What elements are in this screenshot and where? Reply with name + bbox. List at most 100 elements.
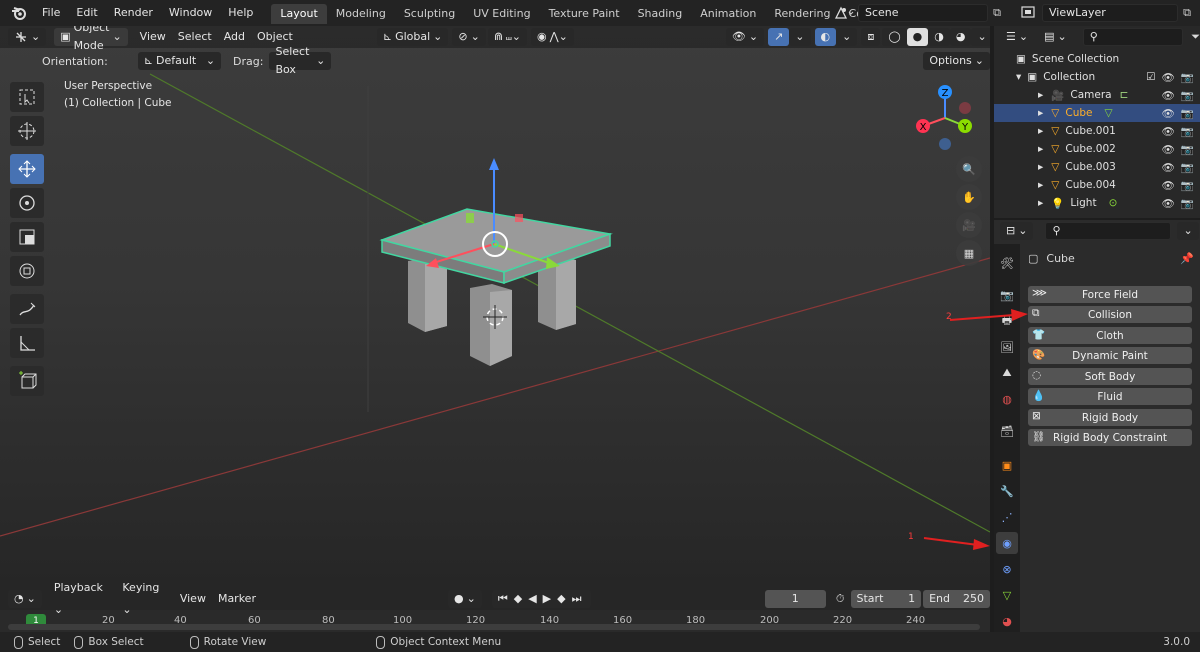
options-dropdown[interactable]: Options ⌄ xyxy=(923,52,990,70)
drag-dropdown[interactable]: Select Box ⌄ xyxy=(269,45,332,76)
add-menu[interactable]: Add xyxy=(218,26,251,48)
tab-texture-paint[interactable]: Texture Paint xyxy=(540,4,629,24)
tab-modeling[interactable]: Modeling xyxy=(327,4,395,24)
transform-tool[interactable] xyxy=(10,256,44,286)
camera-render-icon[interactable]: 📷 xyxy=(1181,179,1194,192)
marker-menu[interactable]: Marker xyxy=(212,588,262,610)
scene-name-field[interactable]: Scene xyxy=(858,3,988,22)
tab-modifiers[interactable]: 🔧 xyxy=(996,480,1018,502)
eye-icon[interactable]: 👁 xyxy=(1162,71,1175,84)
eye-icon[interactable]: 👁 xyxy=(1162,179,1175,192)
camera-view-button[interactable]: 🎥 xyxy=(956,212,982,238)
jump-end-icon[interactable]: ⏭ xyxy=(572,590,585,608)
outliner-item-cube[interactable]: ▸ ▽ Cube ▽ 👁 📷 xyxy=(994,104,1200,122)
properties-options-dropdown[interactable]: ⌄ xyxy=(1177,222,1199,240)
view-layer-selector[interactable]: ViewLayer ⧉ xyxy=(1016,3,1196,22)
dynamic-paint-button[interactable]: 🎨 Dynamic Paint xyxy=(1028,347,1192,364)
mode-dropdown[interactable]: ▣ Object Mode ⌄ xyxy=(54,26,128,52)
proportional-editing-button[interactable]: ◉ ⋀⌄ xyxy=(531,28,574,46)
rigid-body-button[interactable]: ⊠ Rigid Body xyxy=(1028,409,1192,426)
display-mode-button[interactable]: ▤ ⌄ xyxy=(1038,28,1073,46)
snap-button[interactable]: ⋒ ⧢⌄ xyxy=(487,28,528,46)
tab-physics[interactable]: ◉ xyxy=(996,532,1018,554)
stopwatch-icon[interactable]: ⏱ xyxy=(836,592,845,606)
add-cube-tool[interactable] xyxy=(10,366,44,396)
chevron-right-icon[interactable]: ▸ xyxy=(1038,197,1043,209)
rigid-body-constraint-button[interactable]: ⛓ Rigid Body Constraint xyxy=(1028,429,1192,446)
annotate-tool[interactable] xyxy=(10,294,44,324)
chevron-right-icon[interactable]: ▸ xyxy=(1038,89,1043,101)
menu-file[interactable]: File xyxy=(34,0,68,26)
checkbox-icon[interactable]: ☑ xyxy=(1146,71,1155,84)
jump-start-icon[interactable]: ⏮ xyxy=(498,590,511,608)
tab-world[interactable]: ◍ xyxy=(996,388,1018,410)
view-layer-name-field[interactable]: ViewLayer xyxy=(1042,3,1178,22)
collision-button[interactable]: ⧉ Collision xyxy=(1028,306,1192,323)
playback-controls[interactable]: ⏮ ◆ ◀ ▶ ◆ ⏭ xyxy=(491,590,591,608)
autokey-button[interactable]: ● ⌄ xyxy=(447,590,482,608)
menu-edit[interactable]: Edit xyxy=(68,0,105,26)
outliner-item-cube-003[interactable]: ▸ ▽ Cube.003 👁 📷 xyxy=(994,158,1200,176)
blender-logo-icon[interactable] xyxy=(8,3,30,23)
rotate-tool[interactable] xyxy=(10,188,44,218)
orientation-dropdown[interactable]: ⊾ Default ⌄ xyxy=(137,52,222,70)
tab-material[interactable]: ◕ xyxy=(996,610,1018,632)
timeline-view-menu[interactable]: View xyxy=(174,588,212,610)
select-box-tool[interactable] xyxy=(10,82,44,112)
camera-render-icon[interactable]: 📷 xyxy=(1181,197,1194,210)
tab-animation[interactable]: Animation xyxy=(691,4,765,24)
menu-render[interactable]: Render xyxy=(106,0,161,26)
tab-shading[interactable]: Shading xyxy=(629,4,692,24)
force-field-button[interactable]: ⋙ Force Field xyxy=(1028,286,1192,303)
tab-render[interactable]: 📷 xyxy=(996,284,1018,306)
camera-render-icon[interactable]: 📷 xyxy=(1181,161,1194,174)
3d-viewport[interactable]: ⌄ ▣ Object Mode ⌄ View Select Add Object… xyxy=(0,26,990,588)
tab-data[interactable]: ▽ xyxy=(996,584,1018,606)
move-tool[interactable] xyxy=(10,154,44,184)
select-menu[interactable]: Select xyxy=(172,26,218,48)
current-frame-field[interactable]: 1 xyxy=(764,590,826,608)
timeline-scrollbar[interactable] xyxy=(8,624,980,630)
chevron-down-icon[interactable]: ▾ xyxy=(1016,71,1021,83)
camera-render-icon[interactable]: 📷 xyxy=(1181,89,1194,102)
timeline-editor-type-button[interactable]: ◔ ⌄ xyxy=(8,590,42,608)
chevron-right-icon[interactable]: ▸ xyxy=(1038,179,1043,191)
shading-dropdown[interactable]: ⌄ xyxy=(971,28,990,46)
camera-render-icon[interactable]: 📷 xyxy=(1181,71,1194,84)
outliner-search-input[interactable]: ⚲ xyxy=(1082,28,1184,46)
shading-solid-button[interactable]: ● xyxy=(906,28,929,46)
tab-view-layer[interactable]: 🖼 xyxy=(996,336,1018,358)
transform-orientation-dropdown[interactable]: ⊾ Global ⌄ xyxy=(376,28,449,46)
camera-render-icon[interactable]: 📷 xyxy=(1181,125,1194,138)
eye-icon[interactable]: 👁 xyxy=(1162,197,1175,210)
next-keyframe-icon[interactable]: ◆ xyxy=(557,590,568,608)
overlays-dropdown[interactable]: ⌄ xyxy=(836,28,858,46)
properties-editor-type-button[interactable]: ⊟ ⌄ xyxy=(1000,222,1034,240)
fluid-button[interactable]: 💧 Fluid xyxy=(1028,388,1192,405)
scale-tool[interactable] xyxy=(10,222,44,252)
menu-window[interactable]: Window xyxy=(161,0,220,26)
shading-wireframe-button[interactable]: ◯ xyxy=(882,28,907,46)
outliner-collection[interactable]: ▾ ▣ Collection ☑ 👁 📷 xyxy=(994,68,1200,86)
tab-object[interactable]: ▣ xyxy=(996,454,1018,476)
eye-icon[interactable]: 👁 xyxy=(1162,125,1175,138)
tab-layout[interactable]: Layout xyxy=(271,4,327,24)
gizmo-toggle-button[interactable]: ↗ xyxy=(768,28,790,46)
navigation-gizmo[interactable]: X Y Z xyxy=(912,82,982,154)
measure-tool[interactable] xyxy=(10,328,44,358)
gizmo-dropdown[interactable]: ⌄ xyxy=(789,28,811,46)
tab-particles[interactable]: ⋰ xyxy=(996,506,1018,528)
xray-button[interactable]: ⧈ xyxy=(861,28,881,46)
soft-body-button[interactable]: ◌ Soft Body xyxy=(1028,368,1192,385)
zoom-button[interactable]: 🔍 xyxy=(956,156,982,182)
pivot-point-button[interactable]: ⊘ ⌄ xyxy=(452,28,486,46)
view-layer-new-icon[interactable]: ⧉ xyxy=(1178,6,1196,20)
eye-icon[interactable]: 👁 xyxy=(1162,89,1175,102)
outliner-item-cube-001[interactable]: ▸ ▽ Cube.001 👁 📷 xyxy=(994,122,1200,140)
pin-icon[interactable]: 📌 xyxy=(1180,252,1194,265)
tab-constraints[interactable]: ⊗ xyxy=(996,558,1018,580)
tab-tool[interactable]: 🛠 xyxy=(996,252,1018,274)
camera-render-icon[interactable]: 📷 xyxy=(1181,143,1194,156)
scene-selector[interactable]: Scene ⧉ xyxy=(834,3,1006,22)
shading-rendered-button[interactable]: ◕ xyxy=(949,28,972,46)
